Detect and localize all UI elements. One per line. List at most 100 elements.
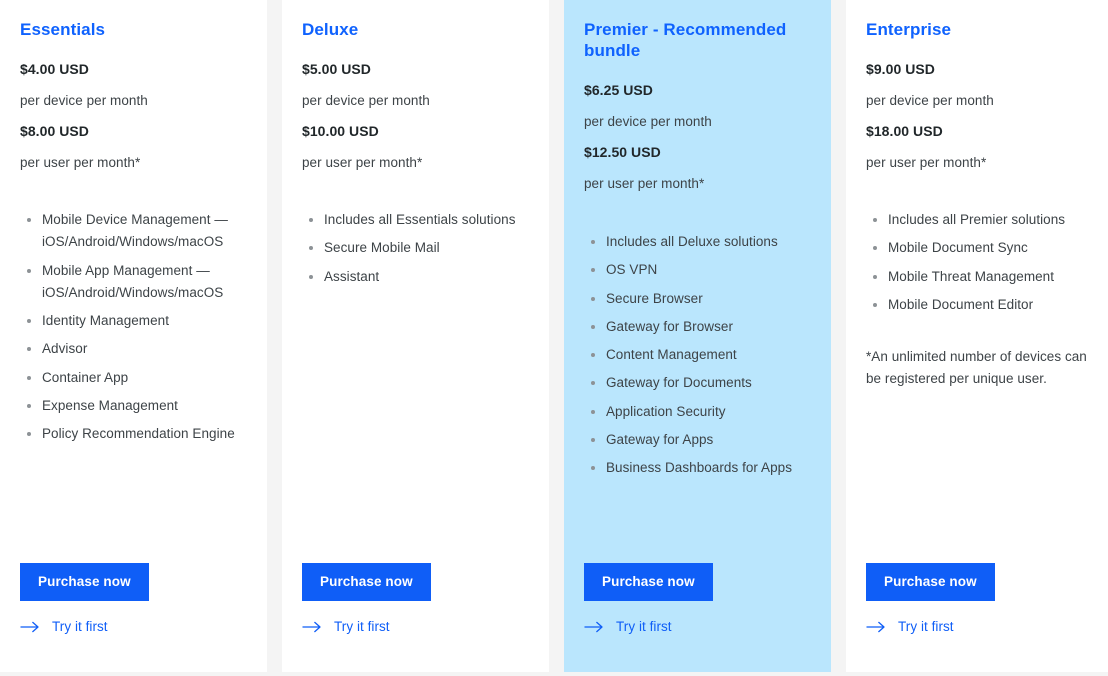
- arrow-right-icon: [20, 621, 40, 633]
- feature-item: Mobile App Management — iOS/Android/Wind…: [20, 260, 247, 305]
- try-it-first-label: Try it first: [334, 619, 390, 634]
- feature-item: Gateway for Apps: [584, 429, 811, 451]
- device-price-note: per device per month: [20, 93, 148, 108]
- feature-item: Expense Management: [20, 395, 247, 417]
- bullet-dot-icon: [591, 353, 595, 358]
- bullet-dot-icon: [591, 296, 595, 301]
- feature-label: Container App: [42, 369, 129, 385]
- purchase-now-button[interactable]: Purchase now: [20, 562, 149, 601]
- user-price-note: per user per month*: [584, 176, 705, 191]
- feature-item: Gateway for Browser: [584, 316, 811, 338]
- device-price: $9.00 USD: [866, 61, 935, 77]
- feature-label: Includes all Premier solutions: [888, 212, 1066, 227]
- bullet-dot-icon: [309, 218, 313, 222]
- user-price: $12.50 USD: [584, 144, 661, 160]
- arrow-right-icon: [302, 621, 322, 633]
- feature-item: Application Security: [584, 401, 811, 423]
- arrow-right-icon: [584, 621, 604, 633]
- feature-label: OS VPN: [606, 262, 658, 278]
- cta-block: Purchase now Try it first: [302, 562, 431, 634]
- bullet-dot-icon: [873, 218, 877, 222]
- purchase-now-button[interactable]: Purchase now: [302, 562, 431, 601]
- user-price-note: per user per month*: [866, 155, 987, 170]
- feature-label: Secure Browser: [606, 290, 703, 306]
- feature-label: Mobile Document Editor: [888, 296, 1034, 312]
- feature-item: Secure Mobile Mail: [302, 237, 529, 259]
- device-price-note: per device per month: [866, 93, 994, 108]
- feature-item: OS VPN: [584, 259, 811, 281]
- pricing-plan-grid: Essentials $4.00 USD per device per month $…: [0, 0, 1108, 676]
- user-price-note: per user per month*: [20, 155, 141, 170]
- feature-item: Includes all Deluxe solutions: [584, 231, 811, 253]
- bullet-dot-icon: [591, 240, 595, 244]
- purchase-now-button[interactable]: Purchase now: [584, 562, 713, 601]
- feature-label: Includes all Essentials solutions: [324, 212, 516, 227]
- feature-label: Gateway for Browser: [606, 318, 733, 334]
- plan-card-deluxe: Deluxe $5.00 USD per device per month $10.0…: [282, 0, 549, 672]
- feature-item: Includes all Premier solutions: [866, 209, 1089, 231]
- user-price-note: per user per month*: [302, 155, 423, 170]
- feature-label: Mobile Device Management — iOS/Android/W…: [42, 212, 228, 250]
- feature-label: Expense Management: [42, 397, 178, 413]
- cta-block: Purchase now Try it first: [866, 562, 995, 634]
- feature-item: Policy Recommendation Engine: [20, 423, 247, 445]
- feature-item: Mobile Threat Management: [866, 266, 1089, 288]
- device-price: $4.00 USD: [20, 61, 89, 77]
- feature-label: Gateway for Apps: [606, 431, 714, 447]
- plan-title: Essentials: [20, 20, 106, 39]
- bullet-dot-icon: [873, 274, 877, 279]
- purchase-now-button[interactable]: Purchase now: [866, 562, 995, 601]
- feature-list: Includes all Deluxe solutions OS VPN Secur…: [584, 231, 811, 479]
- feature-label: Content Management: [606, 347, 737, 363]
- bullet-dot-icon: [27, 268, 31, 273]
- feature-label: Application Security: [606, 403, 726, 419]
- feature-label: Mobile Document Sync: [888, 240, 1028, 256]
- feature-label: Identity Management: [42, 313, 170, 329]
- feature-label: Mobile Threat Management: [888, 268, 1055, 284]
- user-price: $10.00 USD: [302, 123, 379, 139]
- plan-card-enterprise: Enterprise $9.00 USD per device per month $…: [846, 0, 1108, 672]
- plan-title: Premier - Recommended bundle: [584, 20, 787, 60]
- try-it-first-link[interactable]: Try it first: [302, 619, 431, 634]
- feature-item: Gateway for Documents: [584, 372, 811, 394]
- try-it-first-label: Try it first: [898, 619, 954, 634]
- user-price: $18.00 USD: [866, 123, 943, 139]
- user-price: $8.00 USD: [20, 123, 89, 139]
- feature-item: Business Dashboards for Apps: [584, 457, 811, 479]
- feature-label: Policy Recommendation Engine: [42, 426, 235, 442]
- bullet-dot-icon: [27, 375, 31, 380]
- try-it-first-label: Try it first: [616, 619, 672, 634]
- feature-item: Identity Management: [20, 310, 247, 332]
- bullet-dot-icon: [309, 274, 313, 279]
- bullet-dot-icon: [27, 347, 31, 352]
- feature-label: Business Dashboards for Apps: [606, 460, 793, 476]
- plan-title: Enterprise: [866, 20, 952, 39]
- try-it-first-label: Try it first: [52, 619, 108, 634]
- feature-item: Mobile Document Sync: [866, 237, 1089, 259]
- feature-label: Includes all Deluxe solutions: [606, 234, 778, 249]
- try-it-first-link[interactable]: Try it first: [20, 619, 149, 634]
- feature-label: Gateway for Documents: [606, 375, 752, 391]
- try-it-first-link[interactable]: Try it first: [584, 619, 713, 634]
- bullet-dot-icon: [591, 381, 595, 386]
- bullet-dot-icon: [309, 246, 313, 251]
- device-price: $6.25 USD: [584, 82, 653, 98]
- bullet-dot-icon: [27, 432, 31, 437]
- bullet-dot-icon: [591, 409, 595, 414]
- plan-card-premier: Premier - Recommended bundle $6.25 USD per…: [564, 0, 831, 672]
- bullet-dot-icon: [873, 302, 877, 307]
- arrow-right-icon: [866, 621, 886, 633]
- feature-label: Mobile App Management — iOS/Android/Wind…: [42, 262, 224, 300]
- cta-block: Purchase now Try it first: [584, 562, 713, 634]
- bullet-dot-icon: [27, 403, 31, 408]
- feature-item: Mobile Document Editor: [866, 294, 1089, 316]
- bullet-dot-icon: [591, 437, 595, 442]
- feature-list: Mobile Device Management — iOS/Android/W…: [20, 209, 247, 445]
- device-price-note: per device per month: [302, 93, 430, 108]
- device-price-note: per device per month: [584, 114, 712, 129]
- try-it-first-link[interactable]: Try it first: [866, 619, 995, 634]
- plan-title: Deluxe: [302, 20, 359, 39]
- plan-footnote: *An unlimited number of devices can be r…: [866, 349, 1087, 386]
- feature-item: Mobile Device Management — iOS/Android/W…: [20, 209, 247, 254]
- feature-label: Assistant: [324, 268, 380, 284]
